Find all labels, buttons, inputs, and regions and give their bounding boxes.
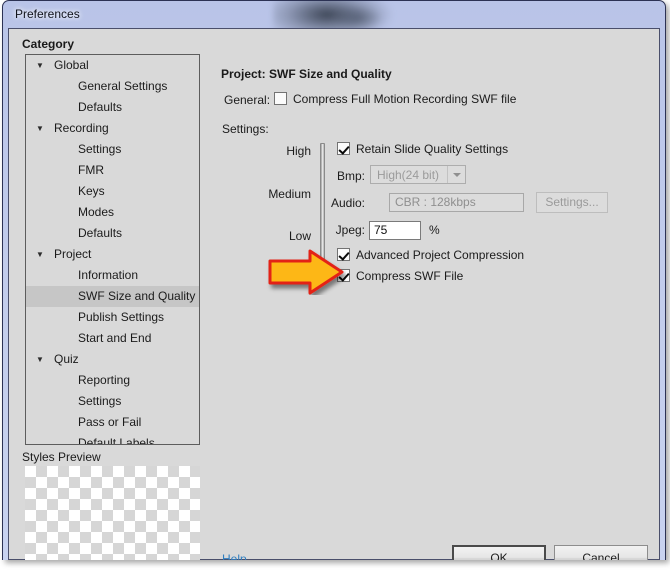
sidebar-item-label: Quiz [54,352,79,366]
title-bar[interactable]: Preferences [3,1,665,33]
sidebar-item-label: Start and End [78,331,152,345]
checkbox-compress-fmr[interactable]: Compress Full Motion Recording SWF file [274,92,516,106]
sidebar-item-settings[interactable]: Settings [26,139,199,160]
ok-button[interactable]: OK [452,545,546,560]
bmp-selected-value: High(24 bit) [377,167,440,182]
slider-tick-custom: Custom [269,272,311,286]
sidebar-item-label: General Settings [78,79,168,93]
tree-expand-icon[interactable]: ▼ [34,118,46,139]
checkbox-retain-slide-quality[interactable]: Retain Slide Quality Settings [337,142,508,156]
sidebar-item-default-labels[interactable]: Default Labels [26,433,199,445]
slider-tick-high: High [286,144,311,158]
sidebar-item-general-settings[interactable]: General Settings [26,76,199,97]
window-title: Preferences [15,7,80,21]
dialog-client-area: Category ▼ Global General Settings Defaults… [8,28,660,560]
styles-preview-canvas [25,466,200,560]
sidebar-item-swf-size-and-quality[interactable]: SWF Size and Quality [26,286,199,307]
checkbox-box-icon [274,92,287,105]
sidebar-item-defaults[interactable]: Defaults [26,223,199,244]
checkbox-checked-icon [337,142,350,155]
sidebar-item-label: Defaults [78,100,123,114]
sidebar-item-label: Defaults [78,226,123,240]
slider-tick-medium: Medium [268,187,311,201]
quality-slider[interactable] [320,143,325,285]
sidebar-item-label: Project [54,247,92,261]
checkbox-advanced-project-compression[interactable]: Advanced Project Compression [337,248,524,262]
category-tree[interactable]: ▼ Global General Settings Defaults ▼ Recordin… [25,54,200,445]
sidebar-item-label: Reporting [78,373,131,387]
sidebar-item-label: Information [78,268,139,282]
checkbox-compress-swf-file[interactable]: Compress SWF File [337,269,463,283]
chevron-down-icon [447,166,465,183]
sidebar-item-start-and-end[interactable]: Start and End [26,328,199,349]
bmp-dropdown[interactable]: High(24 bit) [370,165,466,184]
sidebar-item-defaults[interactable]: Defaults [26,97,199,118]
tree-expand-icon[interactable]: ▼ [34,244,46,265]
checkbox-label: Compress SWF File [356,269,464,283]
sidebar-item-global[interactable]: ▼ Global [26,55,199,76]
styles-preview-label: Styles Preview [22,450,101,464]
sidebar-item-label: Keys [78,184,105,198]
sidebar-item-recording[interactable]: ▼ Recording [26,118,199,139]
sidebar-item-settings[interactable]: Settings [26,391,199,412]
sidebar-item-label: Modes [78,205,115,219]
sidebar-item-label: Settings [78,394,122,408]
sidebar-item-fmr[interactable]: FMR [26,160,199,181]
sidebar-item-label: Publish Settings [78,310,165,324]
sidebar-item-label: Pass or Fail [78,415,142,429]
sidebar-item-label: SWF Size and Quality [78,289,196,303]
slider-tick-low: Low [288,229,311,243]
audio-settings-button[interactable]: Settings... [536,192,608,213]
sidebar-item-information[interactable]: Information [26,265,199,286]
bmp-label: Bmp: [336,169,365,183]
sidebar-item-publish-settings[interactable]: Publish Settings [26,307,199,328]
desktop-backdrop: Preferences Category ▼ Global General Sett… [0,0,670,574]
settings-label: Settings: [222,122,269,136]
jpeg-quality-input[interactable]: 75 [369,221,421,240]
sidebar-item-label: FMR [78,163,104,177]
checkbox-checked-icon [337,248,350,261]
jpeg-label: Jpeg: [335,223,365,237]
jpeg-percent-symbol: % [429,223,440,237]
checkbox-label: Retain Slide Quality Settings [356,142,509,156]
checkbox-label: Compress Full Motion Recording SWF file [293,92,517,106]
sidebar-item-keys[interactable]: Keys [26,181,199,202]
checkbox-label: Advanced Project Compression [356,248,525,262]
tree-expand-icon[interactable]: ▼ [34,55,46,76]
category-header: Category [22,37,75,51]
sidebar-item-modes[interactable]: Modes [26,202,199,223]
audio-label: Audio: [330,196,365,210]
sidebar-item-label: Default Labels [78,436,155,445]
sidebar-item-pass-or-fail[interactable]: Pass or Fail [26,412,199,433]
checkbox-checked-icon [337,269,350,282]
sidebar-item-quiz[interactable]: ▼ Quiz [26,349,199,370]
cancel-button[interactable]: Cancel [554,545,648,560]
sidebar-item-label: Global [54,58,89,72]
preferences-dialog-window: Preferences Category ▼ Global General Sett… [2,0,666,560]
sidebar-item-project[interactable]: ▼ Project [26,244,199,265]
page-title: Project: SWF Size and Quality [221,67,392,81]
sidebar-item-reporting[interactable]: Reporting [26,370,199,391]
help-link[interactable]: Help... [222,552,257,560]
audio-value-field[interactable]: CBR : 128kbps [389,193,524,212]
sidebar-item-label: Settings [78,142,122,156]
tree-expand-icon[interactable]: ▼ [34,349,46,370]
sidebar-item-label: Recording [54,121,109,135]
general-label: General: [224,93,271,107]
